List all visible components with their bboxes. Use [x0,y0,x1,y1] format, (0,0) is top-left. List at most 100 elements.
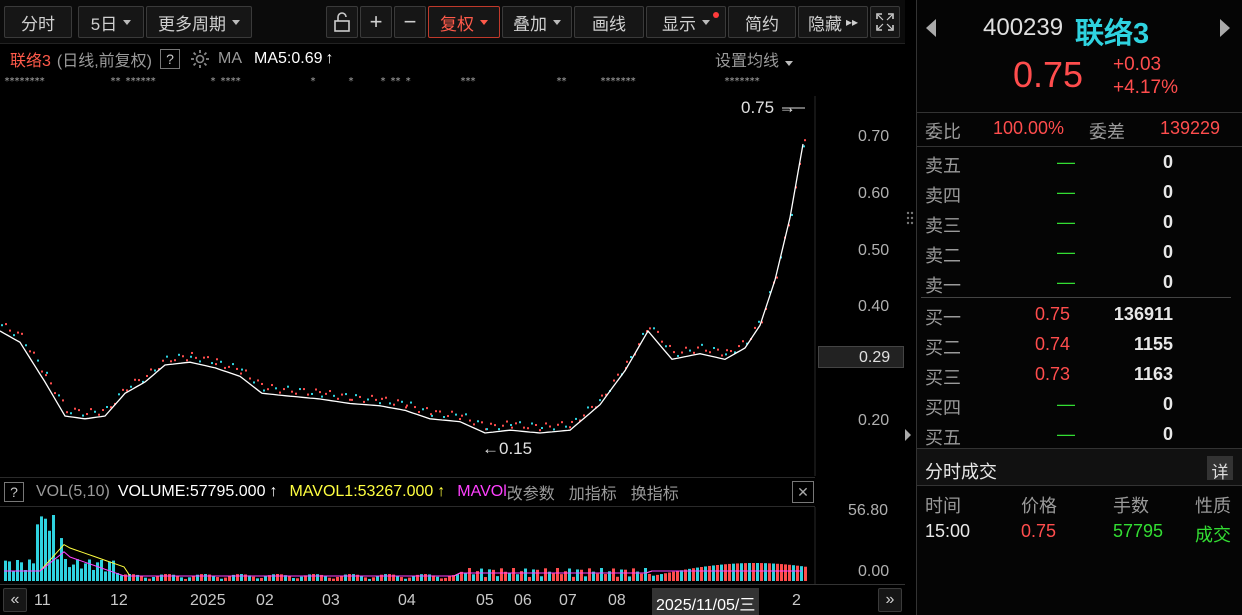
help-button[interactable]: ? [160,49,181,69]
tick-volume: 57795 [1113,521,1164,541]
event-marker[interactable]: ******* [724,76,760,87]
period-dropdown[interactable]: 5日 [78,6,144,38]
candle-mark [299,388,301,391]
volume-chart[interactable] [0,507,905,584]
zoom-out-button[interactable]: − [394,6,426,38]
volume-bar [464,573,467,581]
set-ma-button[interactable]: 设置均线 [715,47,794,71]
splitter-handle[interactable] [905,210,915,226]
diejia-dropdown[interactable]: 叠加 [502,6,572,38]
fullscreen-button[interactable] [870,6,900,38]
fenshi-button[interactable]: 分时 [4,6,72,38]
event-marker[interactable]: * ** * [380,76,411,87]
volume-bar [12,571,15,581]
volume-bar [296,578,299,581]
candle-mark [804,139,806,142]
stock-title: 联络3 [1075,18,1150,50]
ticks-title: 分时成交 [925,462,997,482]
candle-mark [315,388,317,391]
jianyue-button[interactable]: 简约 [728,6,796,38]
sell-level-row[interactable]: 卖一 — 0 [917,268,1242,298]
volume-bar [536,569,539,581]
volume-bar [556,568,559,581]
volume-bar [28,559,31,581]
volume-bar [364,577,367,581]
volume-bar [180,577,183,581]
volume-bar [756,563,759,581]
lock-button[interactable] [326,6,358,38]
candle-mark [307,393,309,396]
ma5-arrow-icon: ↑ [325,50,334,67]
tick-row[interactable]: 15:00 0.75 57795 成交 [917,517,1242,547]
y-tick-label: 0.70 [858,128,890,146]
sell-level-row[interactable]: 卖二 — 0 [917,238,1242,268]
volume-bar [620,569,623,581]
event-marker[interactable]: ** ****** [110,76,156,87]
buy-level-row[interactable]: 买二 0.74 1155 [917,330,1242,360]
huaxian-button[interactable]: 画线 [574,6,644,38]
candle-mark [29,350,31,353]
event-marker[interactable]: * [310,76,316,87]
candle-mark [657,330,659,333]
candle-mark [224,366,226,369]
xianshi-dropdown[interactable]: 显示 [646,6,726,38]
next-stock-button[interactable] [1219,18,1231,43]
more-period-dropdown[interactable]: 更多周期 [146,6,252,38]
yincang-button[interactable]: 隐藏 ▸▸ [798,6,868,38]
volume-bar [484,577,487,581]
volume-bar [204,574,207,581]
candle-mark [439,410,441,413]
volume-bar [360,575,363,581]
scroll-right-button[interactable]: » [878,588,902,612]
level-volume: 0 [1162,424,1173,444]
zoom-in-button[interactable]: + [360,6,392,38]
ma5-value: MA5:0.69 [254,50,323,67]
candle-mark [531,422,533,425]
grip-icon [906,211,914,225]
close-icon[interactable]: ✕ [792,481,814,503]
event-marker[interactable]: *** [460,76,476,87]
event-marker[interactable]: ******** [4,76,45,87]
candle-mark [473,423,475,426]
sell-level-row[interactable]: 卖五 — 0 [917,148,1242,178]
level-price: — [1057,212,1075,232]
volume-bar [224,577,227,581]
candle-mark [154,369,156,372]
time-label: 12 [110,592,128,609]
vol-help-button[interactable]: ? [4,482,24,502]
candle-mark [418,411,420,414]
sell-level-row[interactable]: 卖四 — 0 [917,178,1242,208]
candle-mark [220,360,222,363]
event-marker[interactable]: * **** [210,76,241,87]
price-chart[interactable] [0,96,905,476]
scroll-left-button[interactable]: « [3,588,27,612]
event-marker[interactable]: ******* [600,76,636,87]
candle-mark [271,384,273,387]
candle-mark [461,414,463,417]
buy-level-row[interactable]: 买一 0.75 136911 [917,300,1242,330]
volume-bar [348,574,351,581]
sell-level-row[interactable]: 卖三 — 0 [917,208,1242,238]
gear-icon[interactable] [190,49,210,69]
buy-level-row[interactable]: 买三 0.73 1163 [917,360,1242,390]
event-marker[interactable]: * [348,76,354,87]
change-indicator-button[interactable]: 换指标 [631,480,679,504]
candle-mark [561,421,563,424]
candle-mark [389,402,391,405]
level-volume: 0 [1162,212,1173,232]
buy-level-row[interactable]: 买五 — 0 [917,420,1242,450]
volume-bar [716,564,719,581]
add-indicator-button[interactable]: 加指标 [569,480,617,504]
buy-level-row[interactable]: 买四 — 0 [917,390,1242,420]
volume-bar [472,574,475,581]
ticks-detail-button[interactable]: 详 [1207,456,1233,482]
fuquan-dropdown[interactable]: 复权 [428,6,500,38]
modify-params-button[interactable]: 改参数 [507,480,555,504]
candle-mark [319,391,321,394]
volume-bar [64,559,67,581]
col-time: 时间 [925,496,961,516]
event-marker[interactable]: ** [556,76,567,87]
mavol1-value: MAVOL1:53267.000 [289,483,434,500]
panel-collapse-handle[interactable] [903,428,913,442]
prev-stock-button[interactable] [925,18,937,43]
